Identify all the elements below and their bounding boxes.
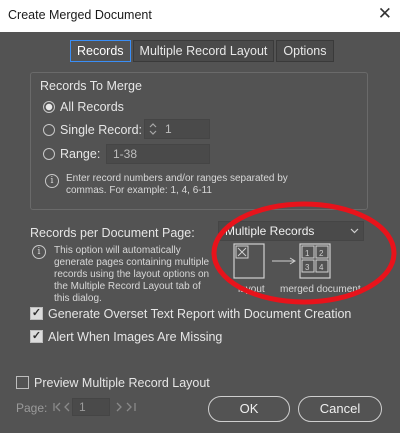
range-radio[interactable] <box>43 148 55 160</box>
window-title: Create Merged Document <box>8 8 152 22</box>
single-record-radio[interactable] <box>43 124 55 136</box>
last-page-icon[interactable] <box>114 401 138 413</box>
annotation-ellipse <box>211 201 397 305</box>
preview-checkbox[interactable] <box>16 376 29 389</box>
per-page-info: This option will automatically generate … <box>54 245 210 304</box>
tab-options[interactable]: Options <box>276 40 334 62</box>
close-icon[interactable]: ✕ <box>378 4 392 24</box>
page-label: Page: <box>16 401 48 415</box>
ok-button[interactable]: OK <box>208 396 290 422</box>
preview-label[interactable]: Preview Multiple Record Layout <box>34 376 210 390</box>
page-number-field[interactable]: 1 <box>72 398 110 416</box>
single-record-label[interactable]: Single Record: <box>60 123 142 137</box>
range-input[interactable]: 1-38 <box>106 144 210 164</box>
info-icon: i <box>32 245 46 259</box>
records-hint: Enter record numbers and/or ranges separ… <box>66 173 288 196</box>
tab-bar: Records Multiple Record Layout Options <box>70 40 336 62</box>
tab-records[interactable]: Records <box>70 40 131 62</box>
records-to-merge-legend: Records To Merge <box>40 79 142 93</box>
range-placeholder: 1-38 <box>113 147 138 161</box>
title-bar: Create Merged Document ✕ <box>0 0 400 32</box>
first-page-icon[interactable] <box>52 401 74 413</box>
single-record-value: 1 <box>165 122 172 136</box>
per-page-label: Records per Document Page: <box>30 226 195 240</box>
tab-multiple-record-layout[interactable]: Multiple Record Layout <box>132 40 275 62</box>
info-icon: i <box>45 174 59 188</box>
alert-images-label[interactable]: Alert When Images Are Missing <box>48 330 222 344</box>
stepper-arrows-icon[interactable] <box>148 121 158 137</box>
all-records-label[interactable]: All Records <box>60 100 124 114</box>
page-number-value: 1 <box>79 400 86 414</box>
overset-checkbox[interactable]: ✓ <box>30 307 43 320</box>
overset-label[interactable]: Generate Overset Text Report with Docume… <box>48 307 351 321</box>
range-label[interactable]: Range: <box>60 147 100 161</box>
cancel-button[interactable]: Cancel <box>298 396 382 422</box>
alert-images-checkbox[interactable]: ✓ <box>30 330 43 343</box>
all-records-radio[interactable] <box>43 101 55 113</box>
